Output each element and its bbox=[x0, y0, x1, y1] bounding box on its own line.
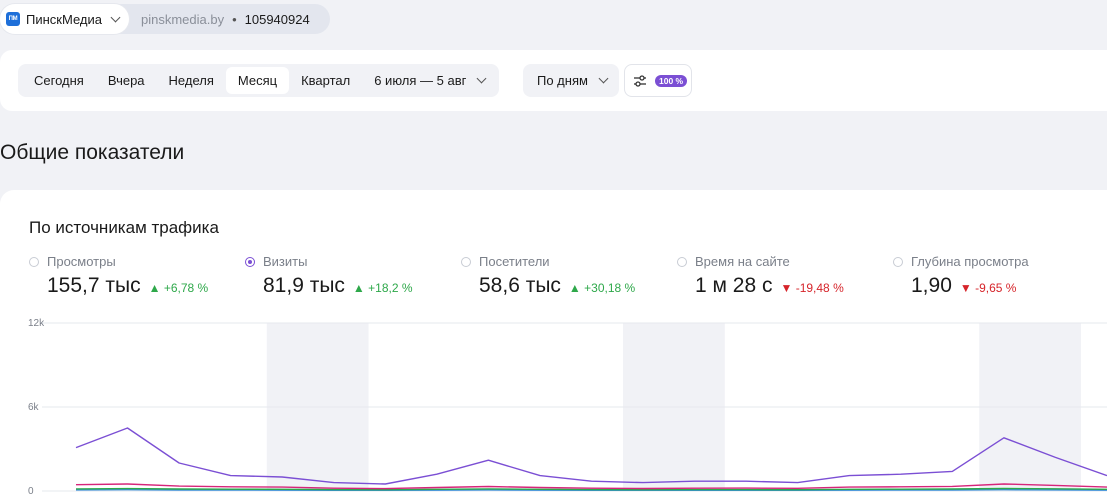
section-title: Общие показатели bbox=[0, 141, 185, 164]
counter-id: 105940924 bbox=[244, 11, 310, 27]
chevron-down-icon bbox=[476, 73, 487, 84]
sampling-badge: 100 % bbox=[655, 74, 688, 87]
period-tab-yesterday[interactable]: Вчера bbox=[96, 67, 157, 94]
y-tick-label: 12k bbox=[28, 318, 45, 329]
counter-pill: ПМ ПинскМедиа pinskmedia.by • 105940924 bbox=[0, 4, 330, 34]
series-line[interactable] bbox=[75, 427, 1107, 485]
period-tab-quarter[interactable]: Квартал bbox=[289, 67, 362, 94]
period-tab-month[interactable]: Месяц bbox=[225, 67, 290, 94]
counter-selector: ПМ ПинскМедиа pinskmedia.by • 105940924 bbox=[0, 4, 330, 34]
traffic-chart: 12k 6k 0 bbox=[28, 318, 1107, 497]
sliders-icon bbox=[634, 74, 646, 87]
traffic-sources-card: По источникам трафика Просмотры 155,7 ты… bbox=[0, 190, 1107, 503]
date-range-label: 6 июля — 5 авг bbox=[374, 73, 467, 88]
chevron-down-icon bbox=[598, 73, 609, 84]
site-domain: pinskmedia.by bbox=[140, 11, 225, 27]
period-tab-today[interactable]: Сегодня bbox=[22, 67, 96, 94]
y-tick-label: 0 bbox=[28, 486, 34, 497]
chevron-down-icon bbox=[110, 12, 121, 22]
report-toolbar: Сегодня Вчера Неделя Месяц Квартал 6 июл… bbox=[0, 50, 1107, 111]
period-tab-week[interactable]: Неделя bbox=[157, 67, 226, 94]
series-line[interactable] bbox=[75, 483, 1107, 490]
y-tick-label: 6k bbox=[28, 402, 40, 413]
site-select[interactable]: ПМ ПинскМедиа bbox=[0, 4, 129, 34]
grouping-select[interactable]: По дням bbox=[523, 64, 619, 97]
separator-dot: • bbox=[232, 11, 237, 27]
grouping-label: По дням bbox=[537, 73, 588, 88]
date-range-picker[interactable]: 6 июля — 5 авг bbox=[362, 67, 495, 94]
period-selector: Сегодня Вчера Неделя Месяц Квартал 6 июл… bbox=[18, 64, 500, 97]
site-logo-icon: ПМ bbox=[6, 12, 20, 26]
site-name: ПинскМедиа bbox=[26, 11, 102, 27]
sampling-button[interactable]: 100 % bbox=[624, 64, 692, 97]
